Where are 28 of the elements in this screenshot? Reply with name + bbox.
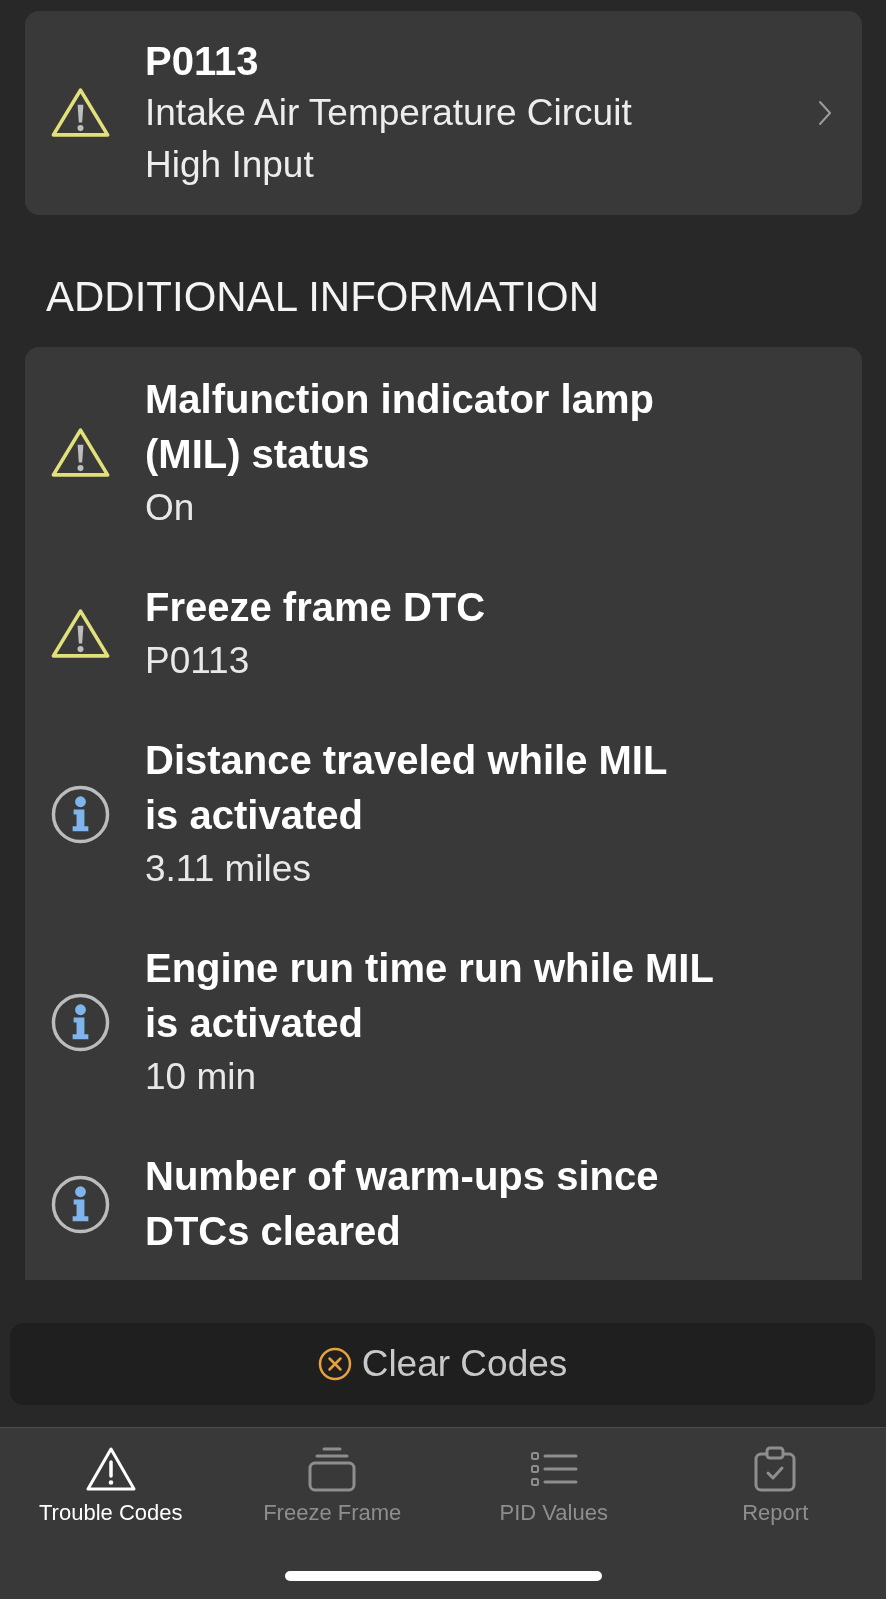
tab[interactable]: Freeze Frame: [263, 1446, 402, 1526]
info-value: 10 min: [145, 1055, 257, 1099]
tab[interactable]: Trouble Codes: [39, 1446, 183, 1526]
warning-icon: [51, 428, 110, 478]
info-title: Number of warm-ups since DTCs cleared: [145, 1153, 659, 1255]
info-value: On: [145, 486, 195, 530]
warning-icon: [51, 608, 110, 659]
warning-icon: [84, 1446, 137, 1492]
trouble-code-card[interactable]: P0113 Intake Air Temperature Circuit High Input: [25, 11, 862, 215]
section-heading: ADDITIONAL INFORMATION: [46, 272, 600, 322]
clear-codes-button[interactable]: Clear Codes: [10, 1323, 875, 1405]
info-title: Engine run time run while MIL is activated: [145, 945, 714, 1047]
info-title: Malfunction indicator lamp (MIL) status: [145, 376, 654, 478]
warning-icon: [51, 88, 110, 138]
info-icon: [51, 784, 110, 844]
stacked-frame-icon: [306, 1446, 359, 1492]
trouble-code: P0113: [145, 38, 259, 85]
chevron-right-icon: [818, 100, 832, 126]
info-title: Freeze frame DTC: [145, 584, 486, 631]
info-value: P0113: [145, 639, 250, 683]
info-icon: [51, 992, 110, 1052]
info-value: 3.11 miles: [145, 847, 311, 891]
tab[interactable]: PID Values: [499, 1446, 608, 1526]
circled-x-icon: [317, 1347, 352, 1381]
info-title: Distance traveled while MIL is activated: [145, 737, 668, 839]
info-icon: [51, 1174, 110, 1234]
tab[interactable]: Report: [742, 1446, 809, 1526]
code-description: Intake Air Temperature Circuit High Input: [145, 91, 633, 187]
